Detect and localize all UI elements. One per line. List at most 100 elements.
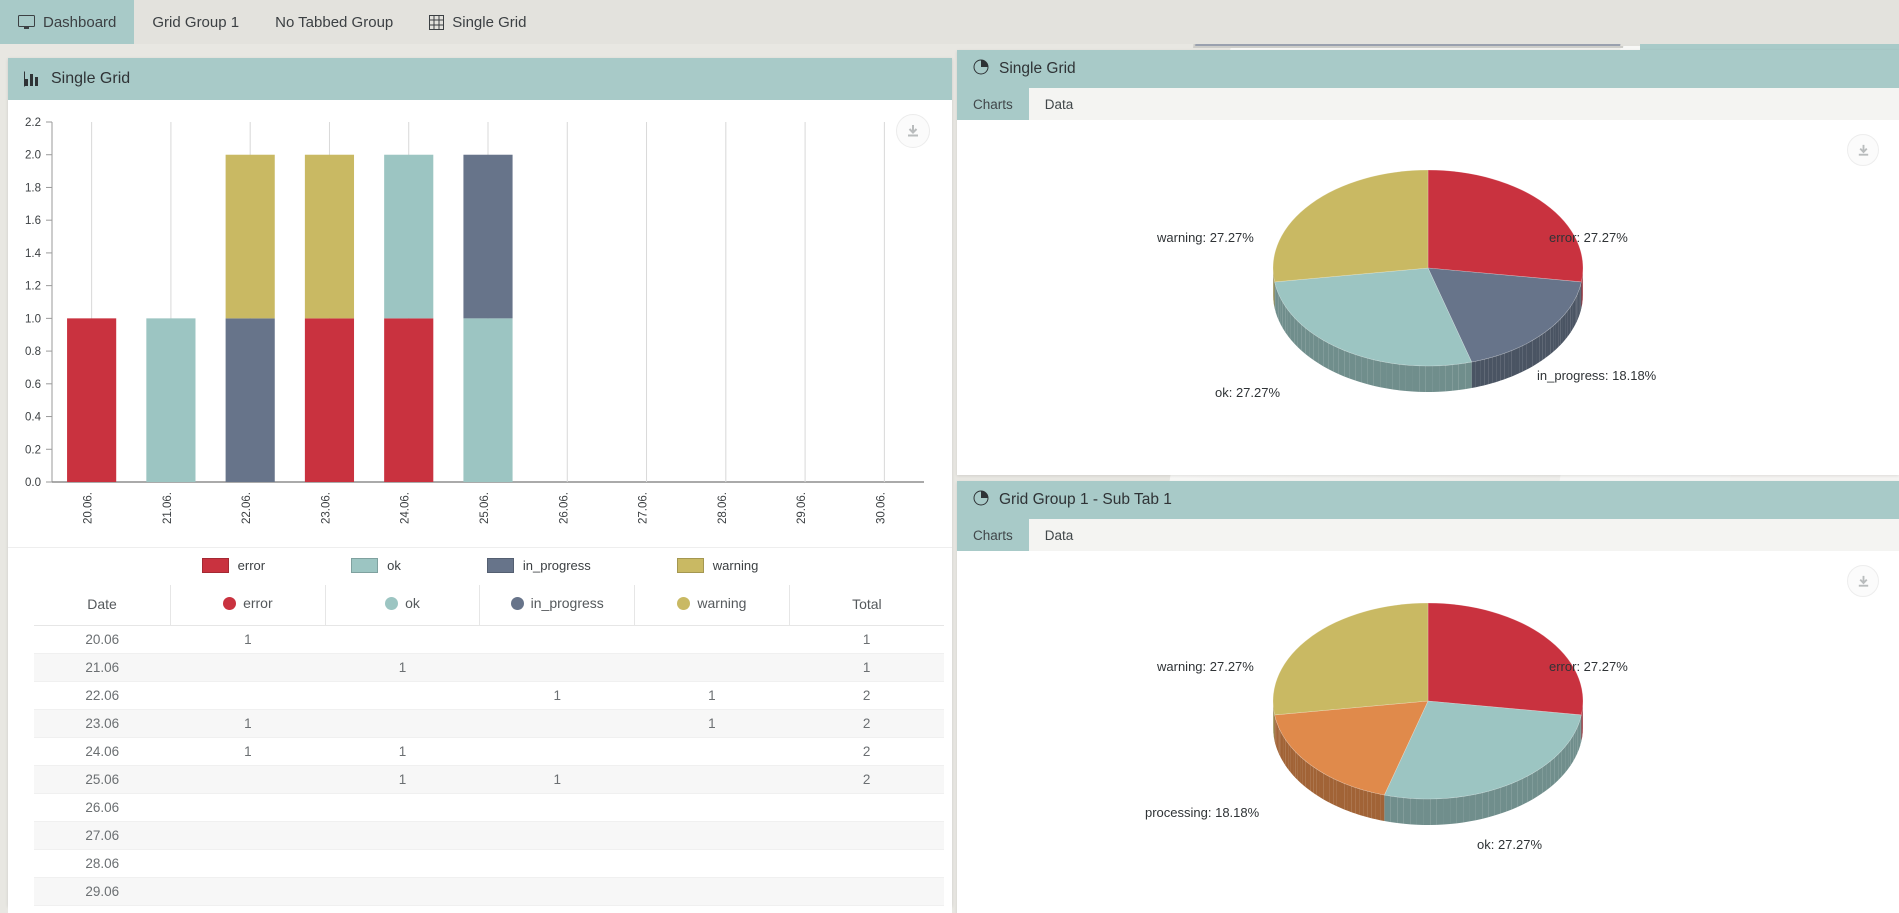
cell-warning (635, 653, 790, 681)
col-date[interactable]: Date (34, 585, 171, 625)
cell-warning (635, 821, 790, 849)
cell-date: 28.06 (34, 849, 171, 877)
left-panel-title: Single Grid (51, 70, 130, 88)
svg-text:24.06.: 24.06. (400, 492, 412, 524)
svg-text:26.06.: 26.06. (558, 492, 570, 524)
cell-in-progress (480, 905, 635, 913)
table-row[interactable]: 25.06112 (34, 765, 944, 793)
cell-error (171, 681, 326, 709)
cell-warning (635, 905, 790, 913)
cell-error (171, 793, 326, 821)
cell-error (171, 765, 326, 793)
cell-date: 29.06 (34, 877, 171, 905)
table-header-row: Date error ok in_progress warning (34, 585, 944, 625)
download-icon[interactable] (1847, 134, 1879, 166)
pie-chart-icon (973, 59, 989, 80)
table-row[interactable]: 23.06112 (34, 709, 944, 737)
grid-icon (429, 15, 444, 30)
bar-chart-svg: 0.00.20.40.60.81.01.21.41.61.82.02.220.0… (8, 100, 952, 548)
pie-1-label-ok: ok: 27.27% (1215, 385, 1280, 400)
svg-text:0.8: 0.8 (25, 346, 41, 358)
pie-1-label-error: error: 27.27% (1549, 230, 1628, 245)
svg-text:23.06.: 23.06. (320, 492, 332, 524)
cell-total: 2 (789, 709, 944, 737)
cell-in-progress (480, 653, 635, 681)
cell-date: 23.06 (34, 709, 171, 737)
legend-label-in-progress: in_progress (523, 558, 591, 573)
table-row[interactable]: 26.06 (34, 793, 944, 821)
cell-in-progress (480, 709, 635, 737)
subtab-charts-2[interactable]: Charts (957, 519, 1029, 551)
cell-error: 1 (171, 709, 326, 737)
right-panel-2-title: Grid Group 1 - Sub Tab 1 (999, 491, 1172, 509)
svg-text:2.2: 2.2 (25, 117, 41, 129)
subtab-data-1-label: Data (1045, 97, 1074, 112)
tab-no-tabbed-group[interactable]: No Tabbed Group (257, 0, 411, 44)
cell-ok (325, 877, 480, 905)
tab-dashboard-label: Dashboard (43, 14, 116, 31)
cell-date: 30.06 (34, 905, 171, 913)
cell-in-progress (480, 793, 635, 821)
svg-text:1.0: 1.0 (25, 313, 41, 325)
col-ok[interactable]: ok (325, 585, 480, 625)
cell-in-progress (480, 625, 635, 653)
cell-ok (325, 793, 480, 821)
table-row[interactable]: 21.0611 (34, 653, 944, 681)
right-panel-grid-group-1-sub-tab-1: Grid Group 1 - Sub Tab 1 Charts Data war… (957, 481, 1899, 913)
subtab-charts-1[interactable]: Charts (957, 88, 1029, 120)
dashboard-app: Dashboard Grid Group 1 No Tabbed Group S… (0, 0, 1899, 913)
cell-warning (635, 765, 790, 793)
svg-text:22.06.: 22.06. (241, 492, 253, 524)
table-row[interactable]: 27.06 (34, 821, 944, 849)
legend-label-ok: ok (387, 558, 401, 573)
pie-chart-icon (973, 490, 989, 511)
cell-total: 1 (789, 625, 944, 653)
table-row[interactable]: 30.06 (34, 905, 944, 913)
legend-item-error: error (202, 558, 265, 573)
cell-total: 2 (789, 765, 944, 793)
cell-in-progress (480, 877, 635, 905)
col-warning[interactable]: warning (635, 585, 790, 625)
cell-ok (325, 905, 480, 913)
tab-grid-group-1-label: Grid Group 1 (152, 14, 239, 31)
warning-dot-icon (677, 597, 690, 610)
subtab-data-1[interactable]: Data (1029, 88, 1090, 120)
cell-error (171, 905, 326, 913)
col-total[interactable]: Total (789, 585, 944, 625)
bar-chart-legend: error ok in_progress warning (8, 548, 952, 585)
pie-chart-2-body: warning: 27.27% error: 27.27% processing… (957, 551, 1899, 913)
tab-dashboard[interactable]: Dashboard (0, 0, 134, 44)
table-row[interactable]: 28.06 (34, 849, 944, 877)
cell-date: 24.06 (34, 737, 171, 765)
table-row[interactable]: 22.06112 (34, 681, 944, 709)
right-panel-1-subtabs: Charts Data (957, 88, 1899, 120)
tab-single-grid[interactable]: Single Grid (411, 0, 544, 44)
cell-warning (635, 877, 790, 905)
download-icon[interactable] (896, 114, 930, 148)
col-error-label: error (243, 595, 273, 611)
subtab-data-2[interactable]: Data (1029, 519, 1090, 551)
table-row[interactable]: 20.0611 (34, 625, 944, 653)
cell-total: 2 (789, 681, 944, 709)
col-warning-label: warning (697, 595, 746, 611)
col-error[interactable]: error (171, 585, 326, 625)
svg-text:30.06.: 30.06. (875, 492, 887, 524)
pie-2-label-processing: processing: 18.18% (1145, 805, 1259, 820)
right-panel-2-header: Grid Group 1 - Sub Tab 1 (957, 481, 1899, 519)
table-row[interactable]: 24.06112 (34, 737, 944, 765)
table-row[interactable]: 29.06 (34, 877, 944, 905)
svg-text:27.06.: 27.06. (638, 492, 650, 524)
monitor-icon (18, 15, 35, 30)
svg-text:20.06.: 20.06. (83, 492, 95, 524)
right-panel-single-grid: Single Grid Charts Data warning: 27.27% … (957, 50, 1899, 475)
download-icon[interactable] (1847, 565, 1879, 597)
svg-text:1.6: 1.6 (25, 215, 41, 227)
col-date-label: Date (87, 596, 117, 612)
svg-text:1.8: 1.8 (25, 182, 41, 194)
col-in-progress[interactable]: in_progress (480, 585, 635, 625)
svg-text:0.0: 0.0 (25, 477, 41, 489)
tab-grid-group-1[interactable]: Grid Group 1 (134, 0, 257, 44)
svg-text:0.4: 0.4 (25, 412, 42, 424)
svg-text:29.06.: 29.06. (796, 492, 808, 524)
col-total-label: Total (852, 596, 882, 612)
